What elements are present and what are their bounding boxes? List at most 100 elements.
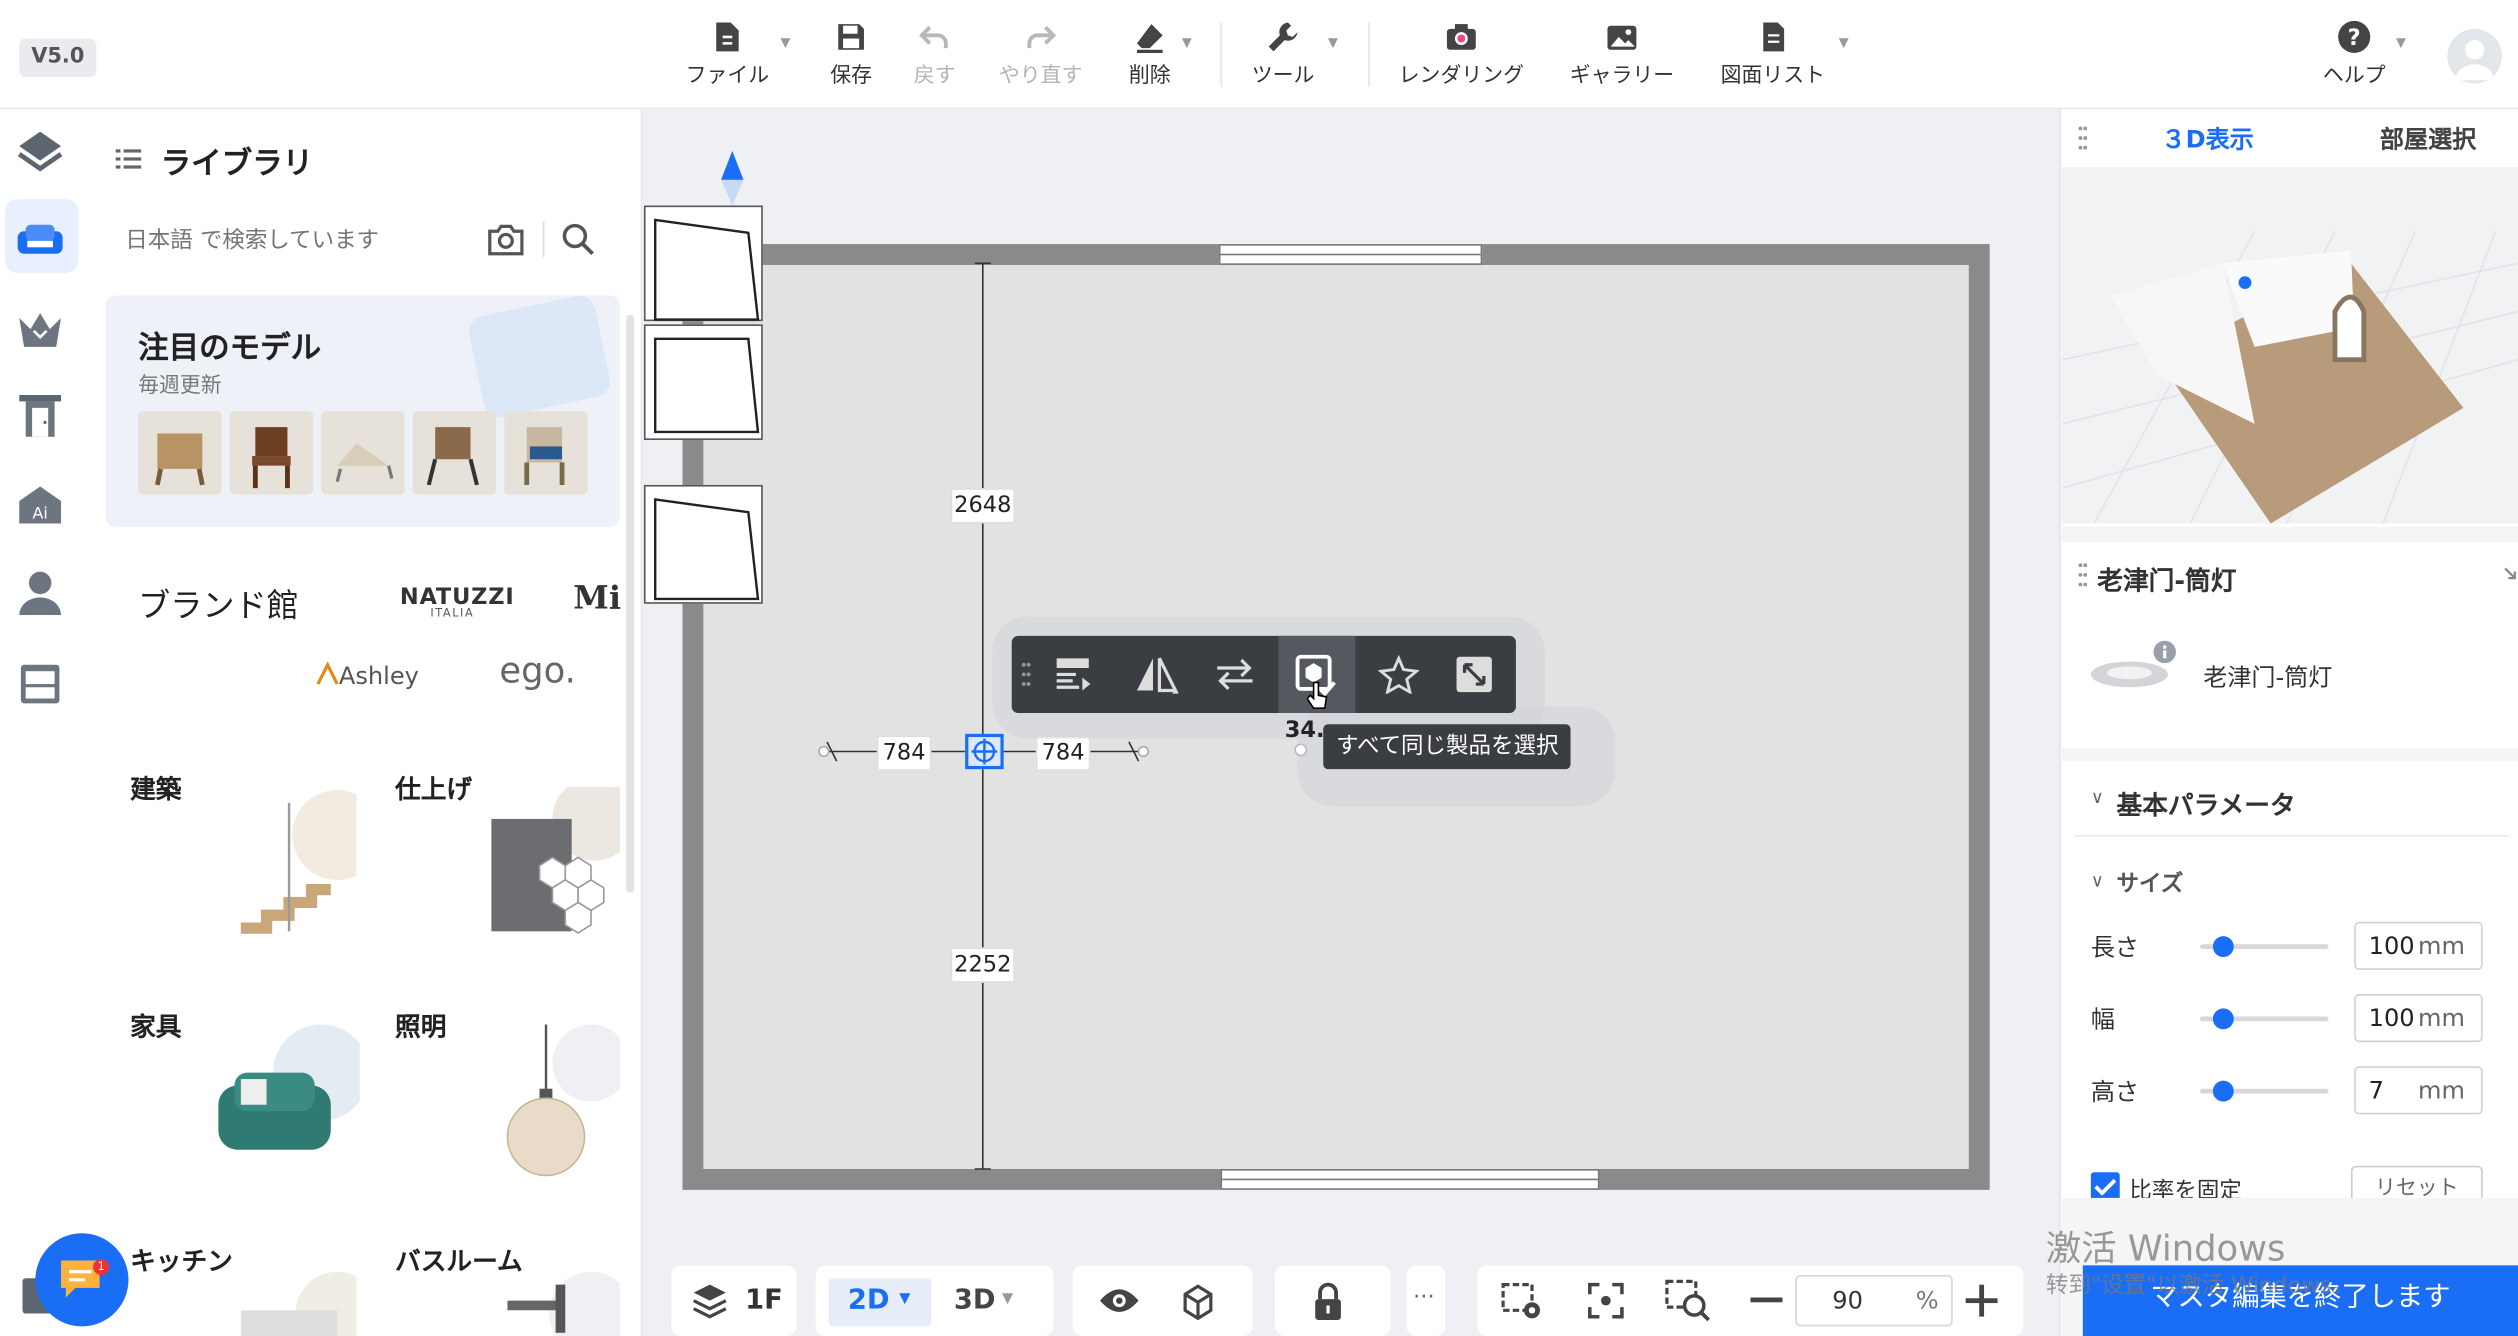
replace-icon[interactable] (1053, 655, 1095, 694)
save-button[interactable]: 保存 (819, 19, 883, 96)
featured-thumb[interactable] (229, 411, 314, 495)
library-title: ライブラリ (160, 146, 314, 182)
rotation-handle[interactable] (1294, 743, 1308, 757)
list-icon[interactable] (115, 148, 142, 170)
eye-icon[interactable] (1098, 1285, 1140, 1317)
chevron-down-icon[interactable]: ▼ (1328, 35, 1338, 49)
length-input[interactable]: 100 mm (2354, 921, 2483, 970)
lock-icon[interactable] (1310, 1281, 1345, 1323)
3d-preview[interactable] (2061, 167, 2518, 524)
category-architecture[interactable]: 建築 (130, 768, 181, 807)
height-input[interactable]: 7 mm (2354, 1066, 2483, 1115)
brand-ashley[interactable]: Ashley (339, 662, 419, 691)
star-icon[interactable] (1377, 655, 1420, 694)
category-finishes[interactable]: 仕上げ (395, 768, 472, 807)
drawing-list-button[interactable]: 図面リスト (1712, 19, 1834, 96)
tab-3d-view[interactable]: ３D表示 (2161, 122, 2253, 156)
collapse-icon[interactable] (2502, 565, 2518, 581)
search-input[interactable] (125, 218, 479, 264)
chevron-down-icon[interactable]: ▼ (780, 35, 790, 49)
cabinet-icon[interactable] (13, 655, 68, 710)
expand-icon[interactable] (1455, 655, 1494, 694)
cube-icon[interactable] (1179, 1281, 1218, 1320)
brand-ego[interactable]: ego. (499, 652, 575, 692)
width-input[interactable]: 100 mm (2354, 993, 2483, 1043)
chevron-down-icon[interactable]: ∨ (2091, 787, 2104, 808)
zoom-input[interactable]: 90 % (1795, 1274, 1953, 1327)
door-symbol[interactable] (643, 484, 763, 604)
dimension-label-left[interactable]: 784 (876, 735, 932, 771)
length-slider[interactable] (2200, 936, 2329, 958)
featured-thumb[interactable] (412, 411, 497, 495)
width-slider-knob[interactable] (2212, 1008, 2234, 1030)
camera-search-icon[interactable] (487, 222, 526, 257)
crown-icon[interactable] (13, 302, 68, 357)
toolbar-divider (1368, 22, 1370, 87)
featured-thumb[interactable] (504, 411, 588, 495)
tools-menu-button[interactable]: ツール (1243, 19, 1323, 96)
chevron-down-icon[interactable]: ∨ (2091, 870, 2104, 891)
featured-thumb[interactable] (321, 411, 405, 495)
drag-handle-icon[interactable] (2078, 125, 2088, 151)
gallery-button[interactable]: ギャラリー (1561, 19, 1683, 96)
sofa-library-icon[interactable] (13, 212, 68, 267)
library-scrollbar[interactable] (626, 314, 635, 893)
tab-room-select[interactable]: 部屋選択 (2380, 122, 2476, 156)
mirror-icon[interactable] (1134, 655, 1179, 694)
zoom-out-icon[interactable] (1750, 1297, 1783, 1303)
brand-mi[interactable]: Mi (573, 578, 621, 617)
window-bottom[interactable] (1220, 1169, 1600, 1190)
mode-3d-button[interactable]: 3D ▼ (944, 1278, 1040, 1326)
height-slider[interactable] (2200, 1080, 2329, 1102)
file-menu-button[interactable]: ファイル (679, 19, 775, 96)
zoom-in-icon[interactable] (1965, 1284, 1998, 1317)
door-symbol[interactable] (643, 324, 763, 440)
category-furniture[interactable]: 家具 (130, 1005, 181, 1044)
section-basic-params[interactable]: 基本パラメータ (2117, 784, 2296, 823)
undo-button[interactable]: 戻す (902, 19, 966, 96)
leather-chair-image (426, 427, 479, 486)
chat-button[interactable]: 1 (35, 1233, 129, 1327)
search-icon[interactable] (560, 222, 595, 257)
width-slider[interactable] (2200, 1008, 2329, 1030)
compass-icon[interactable] (718, 150, 747, 209)
person-icon[interactable] (13, 565, 68, 620)
redo-button[interactable]: やり直す (992, 19, 1088, 96)
chevron-down-icon[interactable]: ▼ (1839, 35, 1849, 49)
mode-2d-button[interactable]: 2D ▼ (828, 1278, 932, 1327)
chevron-down-icon[interactable]: ▼ (1182, 35, 1192, 49)
category-lighting[interactable]: 照明 (395, 1005, 446, 1044)
fit-view-icon[interactable] (1587, 1281, 1626, 1320)
door-icon[interactable] (13, 389, 68, 444)
view-settings-icon[interactable] (1500, 1281, 1545, 1323)
lock-ratio-checkbox[interactable] (2090, 1172, 2120, 1202)
ai-design-icon[interactable]: Ai (13, 479, 68, 534)
chevron-down-icon[interactable]: ▼ (2396, 35, 2406, 49)
featured-thumb[interactable] (138, 411, 222, 495)
drag-handle-icon[interactable] (2078, 562, 2088, 588)
rendering-button[interactable]: レンダリング (1391, 19, 1532, 96)
window-top[interactable] (1218, 244, 1483, 265)
dimension-label-right[interactable]: 784 (1035, 735, 1091, 771)
category-kitchen[interactable]: キッチン (130, 1240, 233, 1279)
dimension-label-top[interactable]: 2648 (950, 488, 1015, 524)
drag-handle-icon[interactable] (1021, 662, 1031, 688)
layout-icon[interactable] (13, 125, 68, 180)
floor-selector[interactable]: 1F (671, 1265, 797, 1336)
floor-label: 1F (745, 1284, 783, 1317)
door-symbol[interactable] (643, 205, 763, 322)
user-avatar[interactable] (2447, 28, 2502, 84)
zoom-region-icon[interactable] (1664, 1278, 1712, 1323)
length-slider-knob[interactable] (2212, 936, 2234, 958)
info-icon[interactable] (2152, 639, 2178, 665)
height-slider-knob[interactable] (2212, 1080, 2234, 1102)
dimension-label-bottom[interactable]: 2252 (950, 947, 1015, 983)
featured-models-card[interactable]: 注目のモデル 毎週更新 (105, 295, 620, 527)
more-group[interactable]: ··· (1406, 1265, 1446, 1336)
selected-light-fixture[interactable] (965, 733, 1004, 770)
delete-button[interactable]: 削除 (1118, 19, 1182, 96)
swap-icon[interactable] (1214, 657, 1256, 692)
help-button[interactable]: ? ヘルプ (2316, 19, 2393, 96)
library-search[interactable] (106, 206, 623, 277)
section-size[interactable]: サイズ (2117, 867, 2184, 899)
